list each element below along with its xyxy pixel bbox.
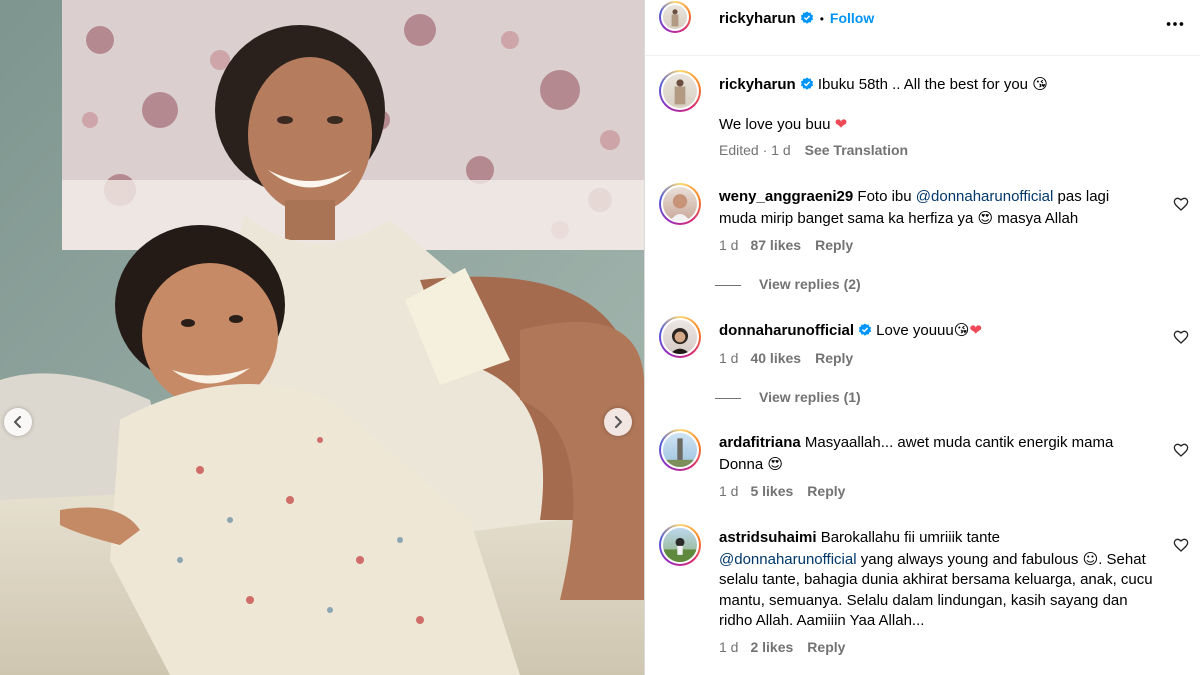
previous-photo-button[interactable] bbox=[4, 408, 32, 436]
author-avatar[interactable] bbox=[659, 1, 691, 33]
comment-item: weny_anggraeni29 Foto ibu @donnaharunoff… bbox=[659, 183, 1189, 303]
follow-button[interactable]: Follow bbox=[830, 10, 874, 26]
kiss-emoji: 😘 bbox=[953, 321, 970, 339]
view-replies-button[interactable]: View replies (2) bbox=[715, 276, 861, 292]
caption-username[interactable]: rickyharun bbox=[719, 76, 796, 93]
comment-item: ardafitriana Masyaallah... awet muda can… bbox=[659, 429, 1189, 509]
comment-mention[interactable]: @donnaharunofficial bbox=[916, 188, 1054, 205]
relieved-emoji: ☺ bbox=[1082, 549, 1099, 568]
heart-eyes-emoji: 😍 bbox=[977, 208, 994, 227]
commenter-avatar[interactable] bbox=[659, 183, 701, 225]
comment-username[interactable]: astridsuhaimi bbox=[719, 529, 817, 546]
commenter-avatar[interactable] bbox=[659, 429, 701, 471]
comment-text: masya Allah bbox=[997, 209, 1079, 227]
heart-outline-icon[interactable] bbox=[1173, 329, 1189, 345]
post-header: rickyharun • Follow bbox=[645, 0, 1200, 56]
comment-item: donnaharunofficial Love youuu😘❤ 1 d 40 li… bbox=[659, 316, 1189, 416]
comment-time: 1 d bbox=[719, 639, 739, 655]
kiss-emoji: 😘 bbox=[1032, 75, 1048, 93]
comment-time: 1 d bbox=[719, 350, 739, 366]
chevron-left-icon bbox=[14, 416, 21, 428]
caption-line-2: We love you buu bbox=[719, 116, 831, 133]
commenter-avatar[interactable] bbox=[659, 524, 701, 566]
red-heart-emoji: ❤ bbox=[834, 115, 848, 133]
comment-time: 1 d bbox=[719, 237, 739, 253]
verified-badge-icon bbox=[800, 77, 813, 90]
more-horizontal-icon bbox=[1166, 22, 1184, 26]
see-translation-link[interactable]: See Translation bbox=[805, 142, 908, 158]
comment-likes[interactable]: 2 likes bbox=[750, 639, 793, 655]
separator-dot: • bbox=[819, 12, 824, 26]
caption-edited-time: Edited · 1 d bbox=[719, 142, 791, 158]
next-photo-button[interactable] bbox=[604, 408, 632, 436]
reply-button[interactable]: Reply bbox=[815, 237, 853, 253]
view-replies-button[interactable]: View replies (1) bbox=[715, 389, 861, 405]
comment-username[interactable]: donnaharunofficial bbox=[719, 322, 854, 339]
author-username[interactable]: rickyharun bbox=[719, 10, 796, 27]
red-heart-emoji: ❤ bbox=[969, 321, 982, 339]
verified-badge-icon bbox=[858, 323, 872, 336]
comment-text: Love youuu bbox=[876, 322, 954, 339]
heart-outline-icon[interactable] bbox=[1173, 196, 1189, 212]
comment-likes[interactable]: 40 likes bbox=[750, 350, 801, 366]
comment-likes[interactable]: 5 likes bbox=[750, 483, 793, 499]
chevron-right-icon bbox=[615, 416, 622, 428]
commenter-avatar[interactable] bbox=[659, 316, 701, 358]
comment-mention[interactable]: @donnaharunofficial bbox=[719, 551, 857, 568]
comment-time: 1 d bbox=[719, 483, 739, 499]
comment-text: yang always young and fabulous bbox=[860, 550, 1079, 568]
verified-badge-icon bbox=[800, 11, 813, 24]
caption: rickyharun Ibuku 58th .. All the best fo… bbox=[659, 70, 1189, 170]
post-photo[interactable] bbox=[0, 0, 644, 675]
caption-author-avatar[interactable] bbox=[659, 70, 701, 112]
reply-button[interactable]: Reply bbox=[807, 483, 845, 499]
comment-item: astridsuhaimi Barokallahu fii umriiik ta… bbox=[659, 524, 1189, 664]
comment-text: Barokallahu fii umriiik tante bbox=[820, 529, 1000, 546]
post-side-panel: rickyharun • Follow rickyharun Ibuku 58th … bbox=[644, 0, 1200, 675]
photo-image bbox=[0, 0, 644, 675]
comment-username[interactable]: weny_anggraeni29 bbox=[719, 188, 853, 205]
comment-text: Foto ibu bbox=[857, 188, 912, 205]
comment-likes[interactable]: 87 likes bbox=[750, 237, 801, 253]
comment-username[interactable]: ardafitriana bbox=[719, 434, 801, 451]
heart-outline-icon[interactable] bbox=[1173, 537, 1189, 553]
more-options-button[interactable] bbox=[1163, 12, 1187, 36]
reply-button[interactable]: Reply bbox=[815, 350, 853, 366]
reply-button[interactable]: Reply bbox=[807, 639, 845, 655]
heart-eyes-emoji: 😍 bbox=[767, 454, 784, 473]
heart-outline-icon[interactable] bbox=[1173, 442, 1189, 458]
caption-line-1: Ibuku 58th .. All the best for you bbox=[817, 76, 1029, 93]
